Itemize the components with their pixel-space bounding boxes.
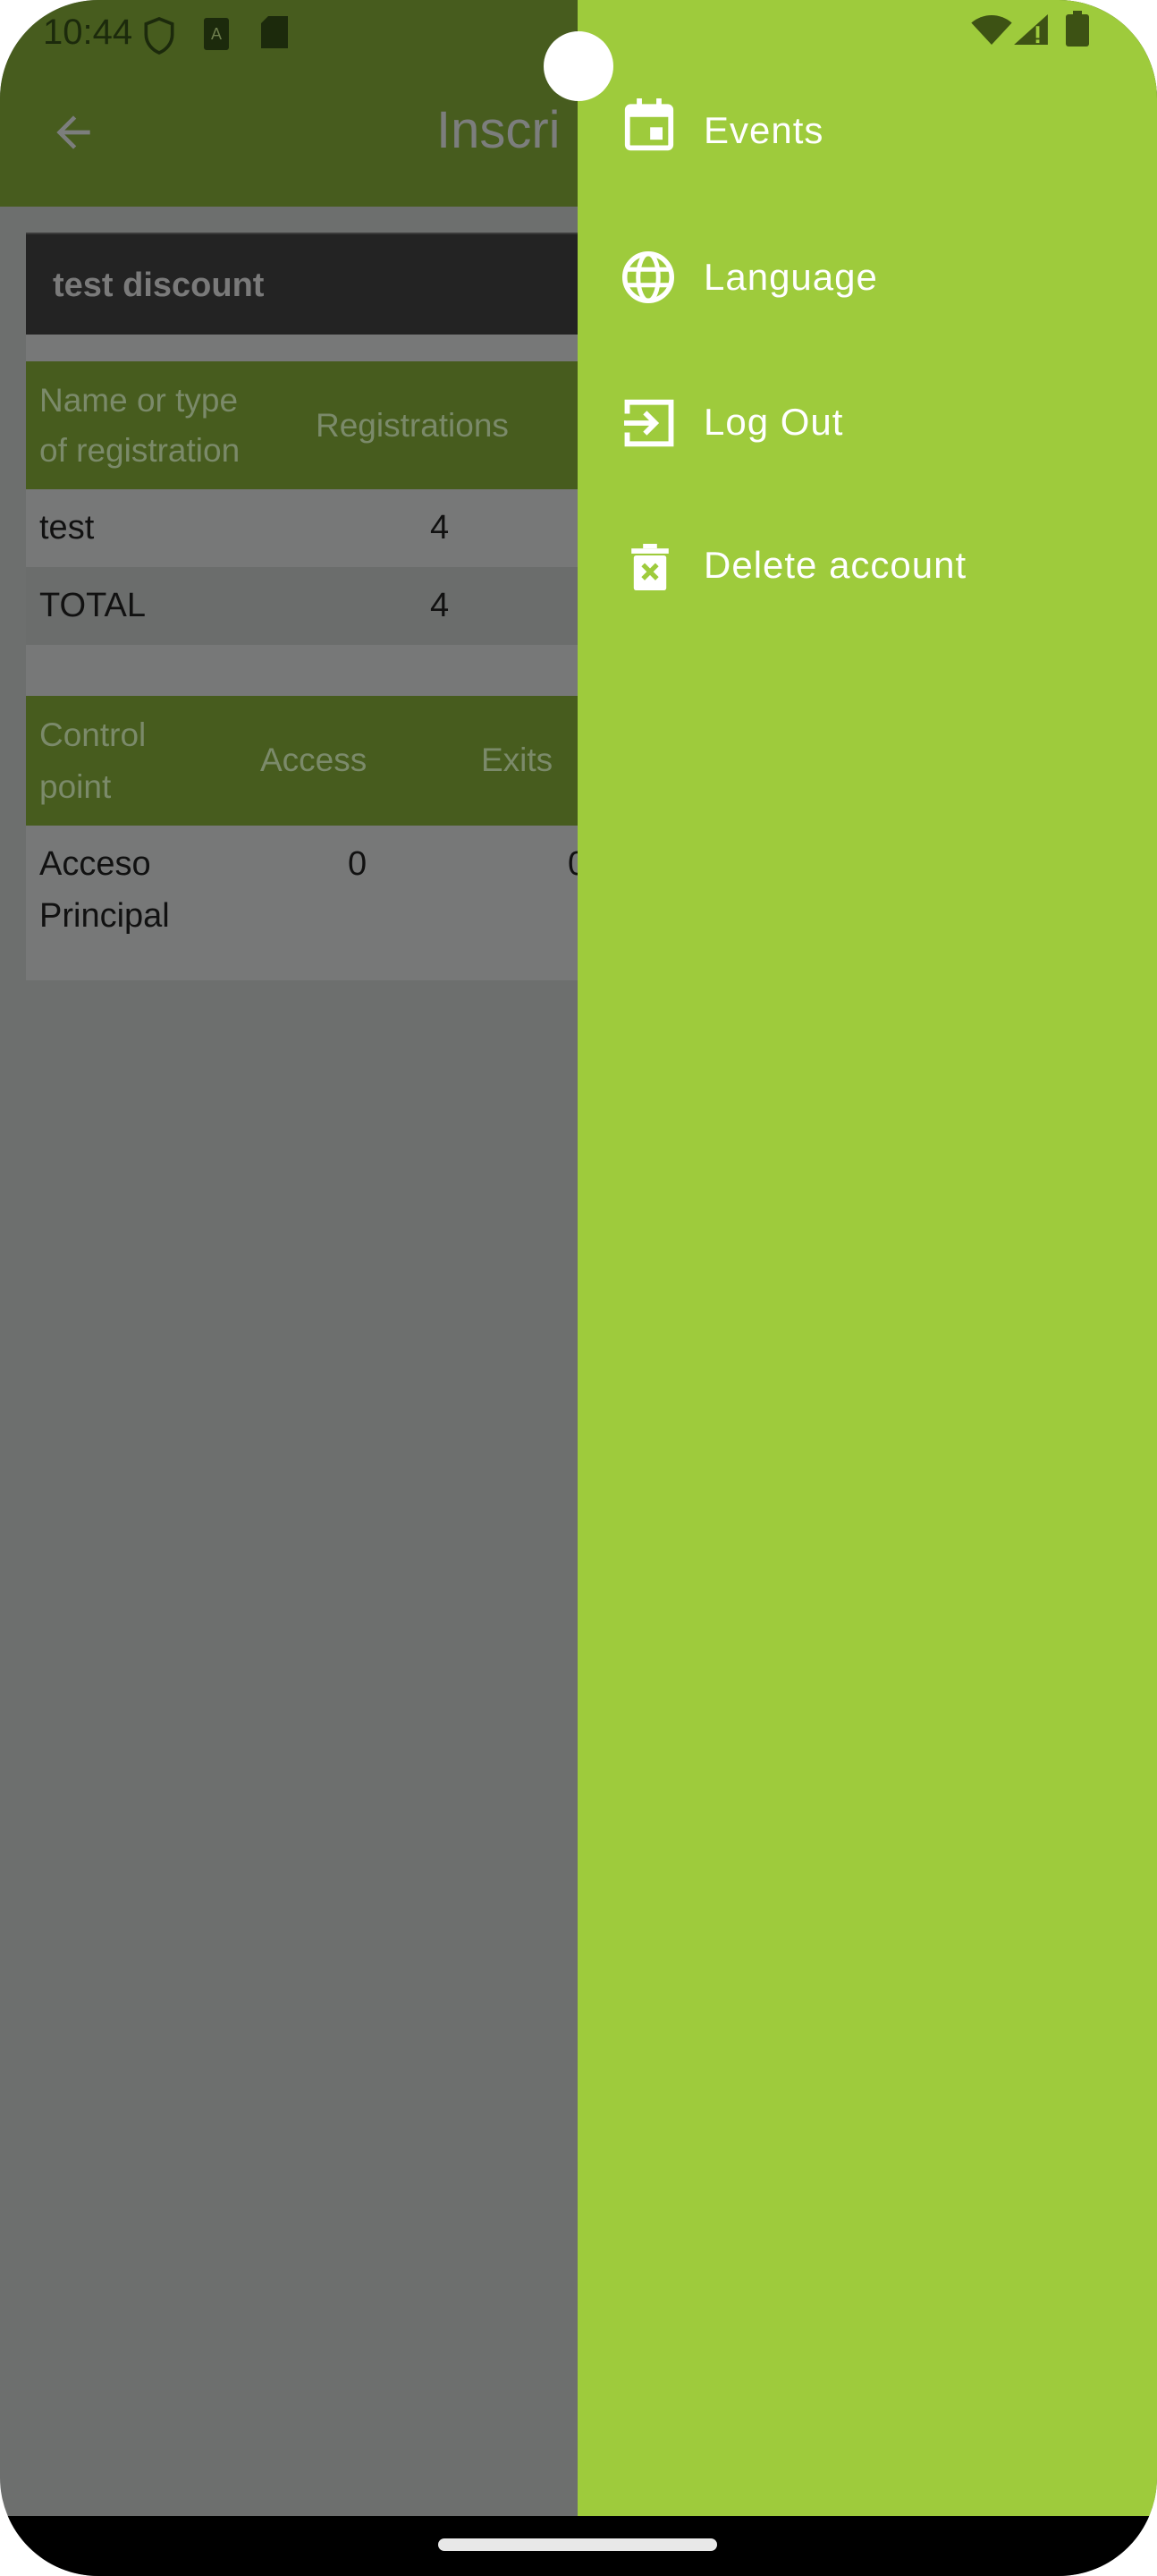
- row-name-line2: Principal: [39, 897, 170, 935]
- battery-icon: [1066, 11, 1089, 47]
- header-registrations: Registrations: [316, 407, 509, 444]
- row-name: TOTAL: [39, 587, 146, 624]
- drawer-item-label: Language: [704, 256, 878, 298]
- screen: 10:44 A Inscri test discount Name or typ…: [0, 0, 1157, 2576]
- calendar-icon: [624, 98, 674, 151]
- discount-banner: test discount: [26, 233, 598, 336]
- status-time: 10:44: [43, 13, 133, 52]
- drawer-item-delete-account[interactable]: Delete account: [578, 499, 1157, 633]
- table-row: test 4: [26, 489, 598, 567]
- drawer-item-events[interactable]: Events: [578, 66, 1157, 200]
- signal-alert-icon: [1014, 14, 1048, 45]
- svg-text:A: A: [211, 25, 222, 43]
- navigation-drawer: Events Language Log Out Delete account: [578, 0, 1157, 2516]
- drawer-item-label: Delete account: [704, 544, 967, 586]
- row-access: 0: [348, 845, 367, 883]
- drawer-item-label: Log Out: [704, 401, 844, 443]
- registrations-table-header: Name or type of registration Registratio…: [26, 361, 598, 489]
- drawer-item-label: Events: [704, 109, 824, 151]
- header-name-line2: of registration: [39, 432, 241, 469]
- discount-label: test discount: [53, 267, 265, 304]
- header-control-line1: Control: [39, 716, 147, 753]
- drawer-item-language[interactable]: Language: [578, 211, 1157, 345]
- page-title: Inscri: [436, 101, 561, 159]
- shield-icon: [144, 16, 174, 55]
- control-table-header: Control point Access Exits: [26, 696, 598, 826]
- row-value: 4: [430, 587, 450, 624]
- header-control-line2: point: [39, 768, 112, 805]
- header-exits: Exits: [481, 741, 553, 778]
- globe-icon: [622, 251, 674, 303]
- sd-card-icon: [261, 16, 288, 48]
- a-box-icon: A: [204, 18, 229, 50]
- header-access: Access: [260, 741, 367, 778]
- wifi-icon: [971, 14, 1012, 45]
- table-row: Acceso Principal 0 0: [26, 826, 598, 980]
- table-row-total: TOTAL 4: [26, 567, 598, 645]
- delete-icon: [631, 544, 669, 590]
- header-name-line1: Name or type: [39, 382, 239, 419]
- arrow-left-icon[interactable]: [48, 107, 98, 157]
- camera-cutout: [544, 31, 613, 101]
- logout-icon: [624, 399, 674, 447]
- home-handle[interactable]: [438, 2538, 717, 2551]
- row-name-line1: Acceso: [39, 845, 151, 883]
- row-value: 4: [430, 509, 450, 547]
- drawer-item-log-out[interactable]: Log Out: [578, 356, 1157, 490]
- spacer: [26, 645, 598, 696]
- row-name: test: [39, 509, 95, 547]
